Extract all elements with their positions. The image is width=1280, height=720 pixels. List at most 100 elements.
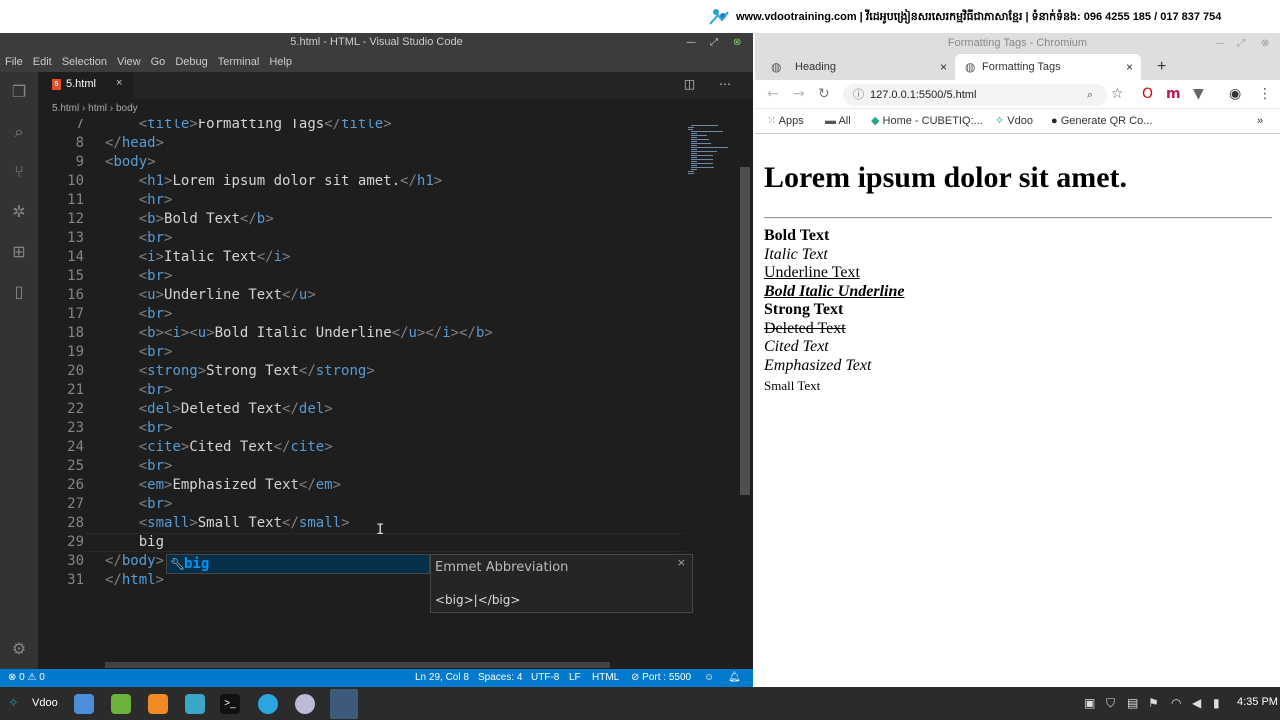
maximize-icon[interactable]: ⤢ [710, 33, 718, 52]
info-icon[interactable]: ⓘ [853, 84, 864, 106]
browser-tab-close-icon[interactable]: × [940, 54, 947, 80]
code-line[interactable]: 11 <hr> [38, 191, 686, 210]
menu-help[interactable]: Help [264, 52, 297, 72]
browser-tab-heading[interactable]: ◍ Heading × [761, 54, 955, 80]
omnibox[interactable]: ⓘ 127.0.0.1:5500/5.html ⌕ [843, 84, 1107, 106]
start-label[interactable]: Vdoo [32, 697, 58, 709]
code-line[interactable]: 24 <cite>Cited Text</cite> [38, 438, 686, 457]
code-line[interactable]: 15 <br> [38, 267, 686, 286]
settings-gear-icon[interactable]: ⚙ [9, 639, 29, 659]
terminal-taskbar-icon[interactable]: >_ [220, 694, 240, 714]
vue-extension-icon[interactable]: ▼ [1193, 86, 1204, 102]
bookmark-qr[interactable]: ● Generate QR Co... [1051, 109, 1152, 134]
encoding[interactable]: UTF-8 [531, 669, 559, 687]
code-line[interactable]: 28 <small>Small Text</small> [38, 514, 686, 533]
problems-status[interactable]: ⊗ 0 ⚠ 0 [8, 669, 45, 687]
code-line[interactable]: 13 <br> [38, 229, 686, 248]
browser-tab-formatting[interactable]: ◍ Formatting Tags × [955, 54, 1141, 80]
notifications-bell-icon[interactable]: 🔔︎ [728, 669, 741, 687]
battery-icon[interactable]: ▮ [1213, 696, 1220, 710]
code-line[interactable]: 7 <title>Formatting Tags</title> [38, 119, 686, 134]
feedback-icon[interactable]: ☺ [704, 669, 714, 687]
bookmark-cubetiq[interactable]: ◆ Home - CUBETIQ:... [871, 109, 983, 134]
menu-edit[interactable]: Edit [28, 52, 57, 72]
zoom-icon[interactable]: ⌕ [1087, 84, 1093, 106]
chromium-minimize-icon[interactable]: — [1215, 33, 1225, 54]
bookmark-all[interactable]: ▬ All [825, 109, 851, 134]
camera-tray-icon[interactable]: ▣ [1084, 696, 1095, 710]
scrollbar-thumb[interactable] [740, 167, 750, 495]
code-line[interactable]: 27 <br> [38, 495, 686, 514]
browser-menu-icon[interactable]: ⋮ [1258, 86, 1272, 102]
code-line[interactable]: 29 big [38, 533, 686, 552]
breadcrumb-file[interactable]: 5.html [52, 103, 79, 114]
search-icon[interactable]: ⌕ [9, 122, 29, 142]
source-control-icon[interactable]: ⑂ [9, 162, 29, 182]
us-flag-icon[interactable]: ⚑ [1148, 696, 1159, 710]
new-tab-icon[interactable]: + [1157, 54, 1166, 80]
code-line[interactable]: 10 <h1>Lorem ipsum dolor sit amet.</h1> [38, 172, 686, 191]
code-line[interactable]: 19 <br> [38, 343, 686, 362]
live-server-port[interactable]: ⊘ Port : 5500 [631, 669, 691, 687]
volume-icon[interactable]: ◀ [1192, 696, 1201, 710]
cursor-position[interactable]: Ln 29, Col 8 [415, 669, 469, 687]
browser-tab-close-icon[interactable]: × [1126, 54, 1133, 80]
chromium-taskbar-icon[interactable] [74, 694, 94, 714]
chromium-maximize-icon[interactable]: ⤢ [1237, 33, 1245, 54]
breadcrumb-html[interactable]: html [88, 103, 107, 114]
files-taskbar-icon[interactable] [111, 694, 131, 714]
code-line[interactable]: 18 <b><i><u>Bold Italic Underline</u></i… [38, 324, 686, 343]
vscode-taskbar-icon[interactable] [330, 689, 358, 719]
code-line[interactable]: 12 <b>Bold Text</b> [38, 210, 686, 229]
code-line[interactable]: 22 <del>Deleted Text</del> [38, 400, 686, 419]
horizontal-scrollbar[interactable] [105, 662, 610, 668]
profile-avatar-icon[interactable]: ◉ [1229, 86, 1241, 102]
telegram-taskbar-icon[interactable] [258, 694, 278, 714]
menu-selection[interactable]: Selection [57, 52, 112, 72]
menu-file[interactable]: File [0, 52, 28, 72]
forward-icon[interactable]: → [793, 86, 805, 102]
bookmarks-overflow-icon[interactable]: » [1257, 109, 1263, 134]
code-line[interactable]: 21 <br> [38, 381, 686, 400]
tab-close-icon[interactable]: × [116, 77, 122, 89]
bookmark-apps[interactable]: ⁙ Apps [767, 109, 804, 134]
code-line[interactable]: 17 <br> [38, 305, 686, 324]
explorer-icon[interactable]: ❐ [9, 82, 29, 102]
shield-tray-icon[interactable]: ⛉ [1106, 696, 1115, 711]
split-editor-icon[interactable]: ◫ ⋯ [684, 77, 741, 91]
vertical-scrollbar[interactable] [739, 119, 751, 667]
close-window-icon[interactable]: ⊗ [733, 33, 741, 52]
code-line[interactable]: 23 <br> [38, 419, 686, 438]
details-close-icon[interactable]: × [677, 556, 686, 569]
firefox-taskbar-icon[interactable] [148, 694, 168, 714]
clipboard-tray-icon[interactable]: ▤ [1127, 696, 1138, 710]
minimize-icon[interactable]: — [686, 33, 696, 52]
menu-view[interactable]: View [112, 52, 146, 72]
chromium-close-icon[interactable]: ⊗ [1261, 33, 1269, 54]
suggest-item-big[interactable]: 🔧︎ big [167, 555, 429, 573]
code-line[interactable]: 9 <body> [38, 153, 686, 172]
code-line[interactable]: 26 <em>Emphasized Text</em> [38, 476, 686, 495]
code-line[interactable]: 16 <u>Underline Text</u> [38, 286, 686, 305]
reload-icon[interactable]: ↻ [818, 86, 830, 102]
code-line[interactable]: 14 <i>Italic Text</i> [38, 248, 686, 267]
bookmark-star-icon[interactable]: ☆ [1111, 86, 1124, 102]
menu-go[interactable]: Go [146, 52, 171, 72]
start-menu-icon[interactable]: ✧ [8, 695, 19, 711]
system-monitor-taskbar-icon[interactable] [185, 694, 205, 714]
minimap[interactable] [686, 119, 739, 667]
end-of-line[interactable]: LF [569, 669, 581, 687]
breadcrumb-body[interactable]: body [116, 103, 138, 114]
code-line[interactable]: 25 <br> [38, 457, 686, 476]
m-extension-icon[interactable]: m [1166, 86, 1181, 102]
obs-taskbar-icon[interactable] [295, 694, 315, 714]
code-line[interactable]: 8 </head> [38, 134, 686, 153]
clock[interactable]: 4:35 PM [1237, 696, 1278, 708]
opera-extension-icon[interactable]: O [1142, 86, 1153, 102]
debug-icon[interactable]: ✲ [9, 202, 29, 222]
bookmark-vdoo[interactable]: ✧ Vdoo [995, 109, 1033, 134]
menu-debug[interactable]: Debug [170, 52, 212, 72]
remote-icon[interactable]: ▯ [9, 282, 29, 302]
tab-5-html[interactable]: 5 5.html × [38, 72, 134, 98]
back-icon[interactable]: ← [767, 86, 779, 102]
